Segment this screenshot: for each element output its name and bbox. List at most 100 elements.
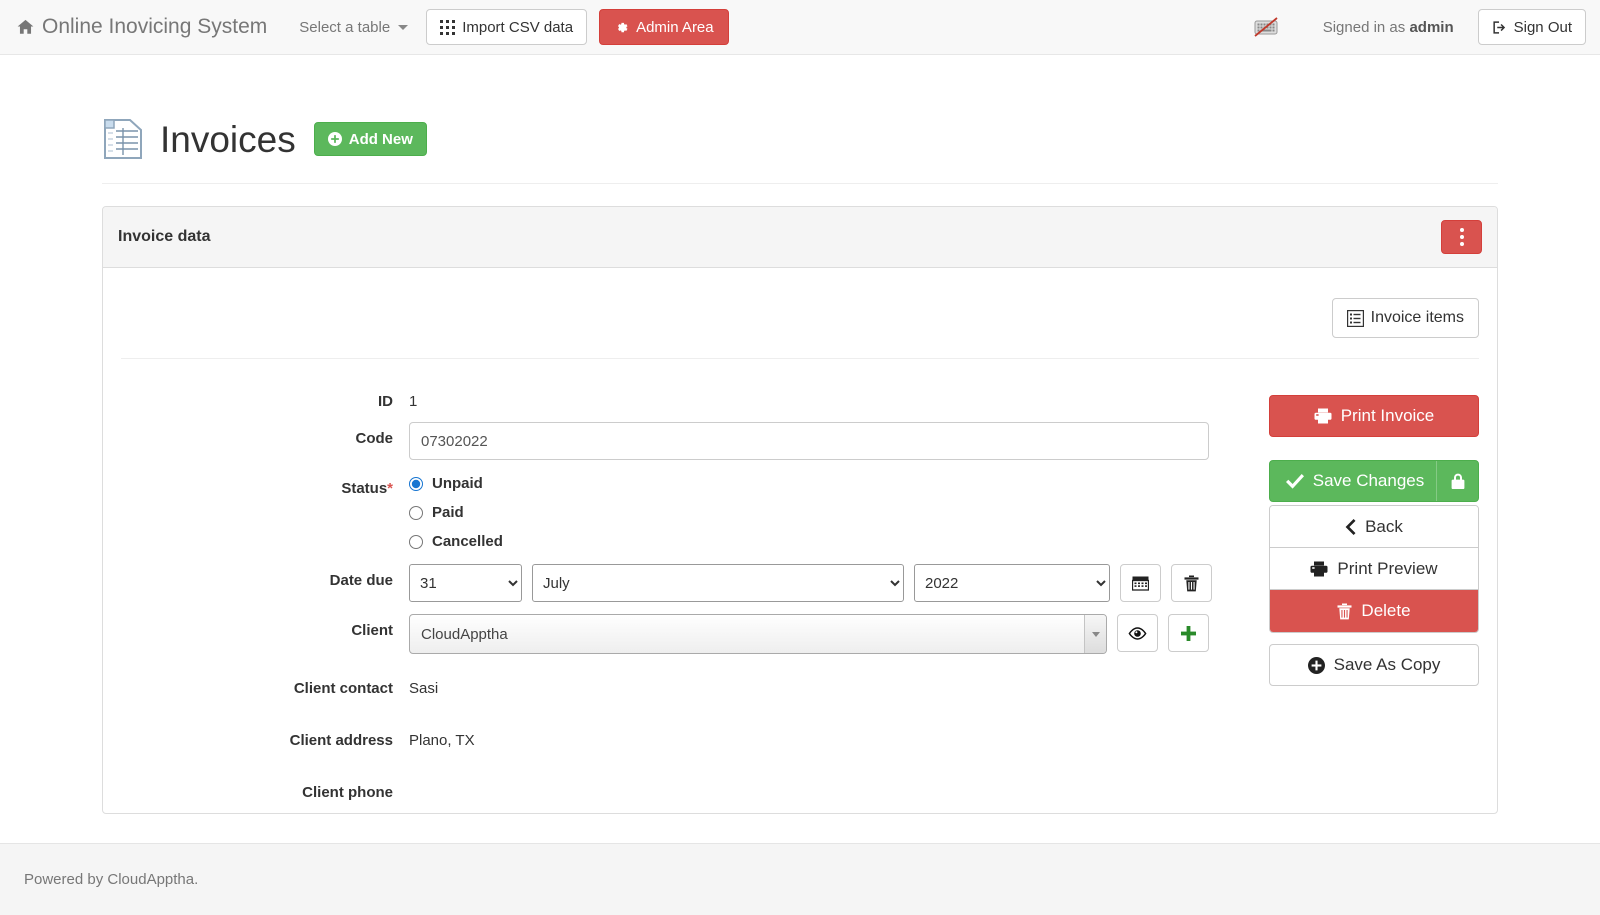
date-clear-button[interactable] [1171,564,1212,602]
client-selected-value: CloudApptha [421,625,508,643]
chevron-down-icon [398,24,409,30]
date-picker-button[interactable] [1120,564,1161,602]
chevron-down-icon [1084,615,1106,653]
date-due-month-select[interactable]: July [532,564,904,602]
invoice-form: ID 1 Code 07302022 Status* Unpaid Paid C… [121,359,1479,813]
form-row-client: Client CloudApptha [121,614,1253,654]
printer-icon [1310,561,1328,577]
select-table-dropdown[interactable]: Select a table [281,19,426,36]
required-mark: * [387,480,393,497]
sign-out-button[interactable]: Sign Out [1477,9,1586,45]
status-radio-cancelled[interactable]: Cancelled [409,533,503,550]
save-changes-label: Save Changes [1312,471,1425,490]
client-view-button[interactable] [1117,614,1158,652]
trash-icon [1184,575,1199,592]
navbar-right-group: Signed in as admin Sign Out [1253,9,1586,45]
plus-circle-icon [1307,656,1325,674]
secondary-actions-group: Back Print Preview Delete [1269,505,1479,633]
status-radio-group: Unpaid Paid Cancelled [409,472,503,550]
lock-toggle[interactable] [1436,461,1478,501]
status-radio-unpaid[interactable]: Unpaid [409,475,503,492]
client-control: CloudApptha [409,614,1253,654]
client-select[interactable]: CloudApptha [409,614,1107,654]
add-new-button[interactable]: Add New [313,122,427,156]
client-add-button[interactable] [1168,614,1209,652]
date-due-control: 31 July 2022 [409,564,1253,602]
status-option-label: Cancelled [432,533,503,550]
client-address-control: Plano, TX [409,724,1253,749]
eye-icon [1128,626,1147,640]
date-due-year-select[interactable]: 2022 [914,564,1110,602]
form-row-client-contact: Client contact Sasi [121,672,1253,697]
status-radio-paid[interactable]: Paid [409,504,503,521]
footer-text: Powered by CloudApptha. [24,871,199,888]
brand-label: Online Inovicing System [42,15,268,38]
page-title: Invoices [160,118,296,160]
page-header: Invoices Add New [102,117,1498,184]
vertical-dots-icon [1459,242,1464,246]
back-label: Back [1365,516,1403,536]
form-actions-column: Print Invoice Save Changes Back Print Pr… [1269,385,1479,813]
client-contact-control: Sasi [409,672,1253,697]
form-row-client-address: Client address Plano, TX [121,724,1253,749]
invoice-data-panel: Invoice data Invoice items ID 1 Code 073… [102,206,1498,814]
code-input[interactable] [409,422,1209,460]
calendar-icon [1132,575,1149,591]
delete-button[interactable]: Delete [1270,590,1478,632]
keyboard-disabled-icon[interactable] [1253,15,1279,39]
lock-icon [1450,472,1466,490]
gear-icon [614,20,629,35]
back-button[interactable]: Back [1270,506,1478,548]
status-radio-unpaid-input[interactable] [409,476,423,491]
client-contact-value: Sasi [409,680,439,697]
vertical-dots-icon [1459,235,1464,239]
panel-body: Invoice items ID 1 Code 07302022 Status*… [103,268,1497,813]
table-document-icon [102,117,144,161]
date-due-label: Date due [329,572,393,589]
chevron-left-icon [1345,518,1356,535]
id-label: ID [378,393,393,410]
sign-out-icon [1492,20,1507,35]
add-new-label: Add New [348,130,413,148]
id-value: 1 [409,393,418,410]
form-row-status: Status* Unpaid Paid Cancelled [121,472,1253,550]
print-preview-button[interactable]: Print Preview [1270,548,1478,590]
panel-menu-button[interactable] [1441,220,1482,254]
signed-in-status: Signed in as admin [1323,19,1454,36]
plus-icon [1180,625,1197,642]
save-changes-label-wrap: Save Changes [1270,471,1436,491]
status-label-text: Status [341,480,388,497]
select-table-label: Select a table [299,18,391,36]
trash-icon [1337,603,1352,620]
plus-circle-icon [327,132,342,146]
status-radio-paid-input[interactable] [409,505,423,520]
admin-area-label: Admin Area [636,18,714,36]
print-invoice-button[interactable]: Print Invoice [1269,395,1479,437]
client-address-value: Plano, TX [409,732,475,749]
invoice-items-button[interactable]: Invoice items [1331,298,1479,338]
save-as-copy-button[interactable]: Save As Copy [1269,644,1479,686]
panel-toolbar: Invoice items [121,286,1479,359]
check-icon [1285,473,1304,489]
home-icon [16,18,35,36]
status-radio-cancelled-input[interactable] [409,534,423,549]
app-viewport: Online Inovicing System Select a table I… [0,0,1600,915]
printer-icon [1314,408,1332,424]
save-as-copy-label: Save As Copy [1333,655,1441,674]
form-fields-column: ID 1 Code 07302022 Status* Unpaid Paid C… [121,385,1253,813]
brand-link[interactable]: Online Inovicing System [10,15,281,39]
id-control: 1 [409,385,1253,410]
list-icon [1346,309,1364,327]
status-control: Unpaid Paid Cancelled [409,472,1253,550]
admin-area-button[interactable]: Admin Area [599,9,729,45]
page-footer: Powered by CloudApptha. [0,843,1600,915]
code-control [409,422,1253,460]
save-changes-button[interactable]: Save Changes [1269,460,1479,502]
import-csv-button[interactable]: Import CSV data [426,9,588,45]
status-label: Status* [121,472,409,497]
signed-in-prefix: Signed in as [1322,18,1406,36]
date-due-day-select[interactable]: 31 [409,564,522,602]
vertical-dots-icon [1459,228,1464,232]
invoice-items-label: Invoice items [1370,309,1464,326]
form-row-client-phone: Client phone [121,776,1253,801]
